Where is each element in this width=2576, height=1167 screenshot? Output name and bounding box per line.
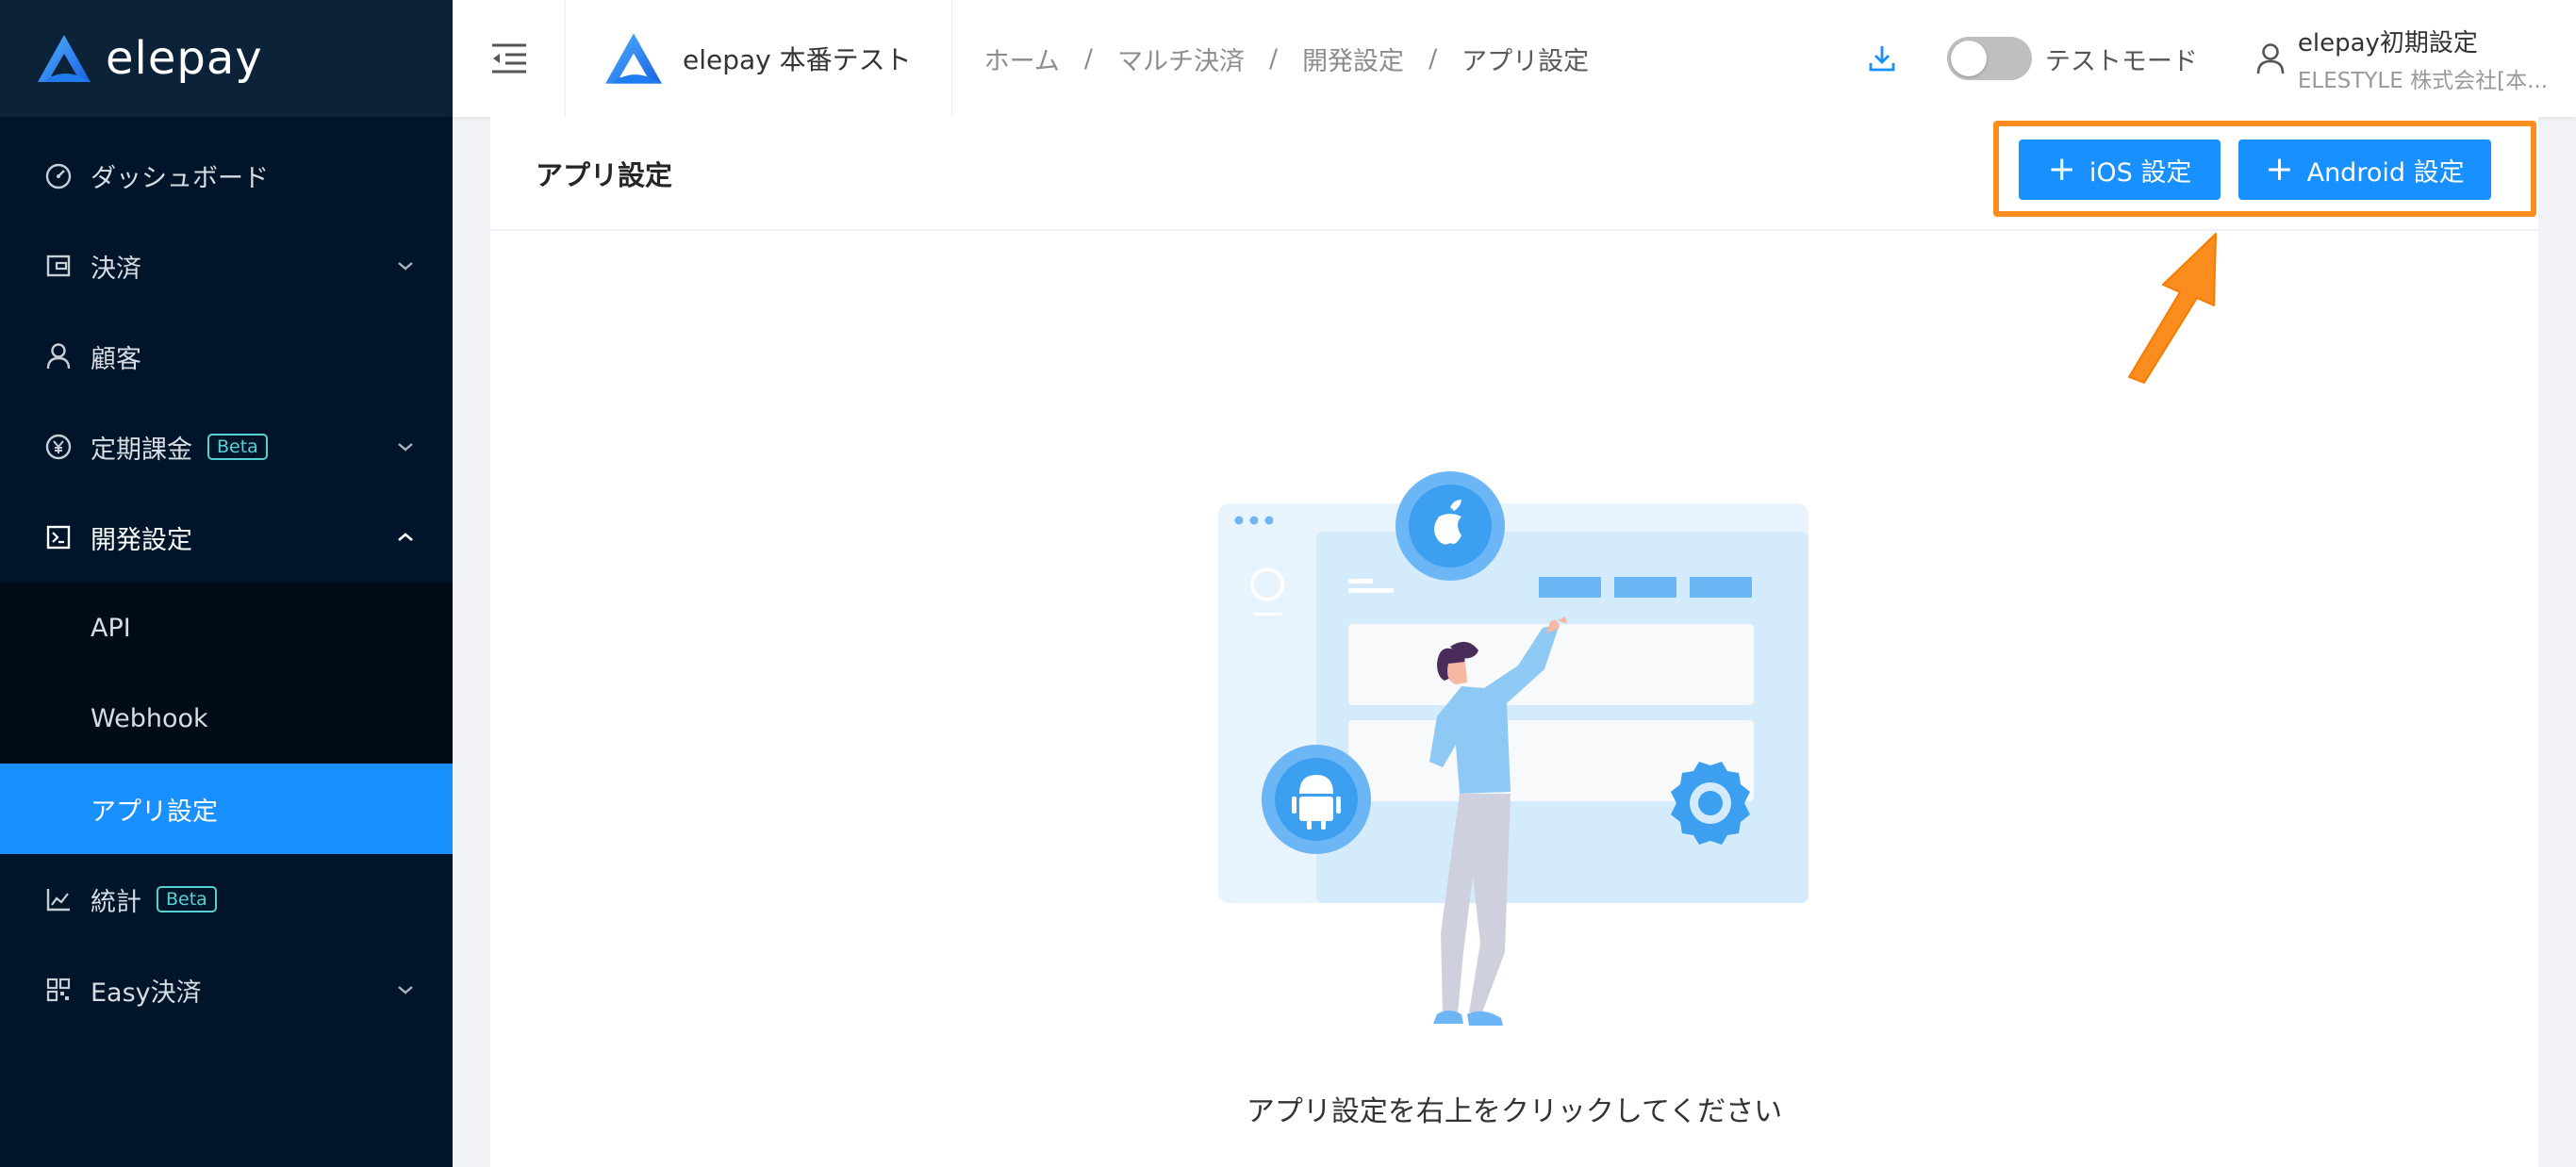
orange-arrow-annotation: [2128, 233, 2217, 384]
chevron-down-icon: [398, 986, 413, 994]
sidebar-item-customers[interactable]: 顧客: [0, 311, 453, 402]
breadcrumb: ホーム / マルチ決済 / 開発設定 / アプリ設定: [952, 41, 1590, 77]
download-icon[interactable]: [1866, 42, 1898, 74]
yen-cycle-icon: [43, 432, 74, 462]
sidebar-subitem-webhook[interactable]: Webhook: [0, 673, 453, 764]
beta-badge: Beta: [207, 434, 268, 460]
chevron-up-icon: [398, 533, 413, 541]
sidebar-item-label: 決済: [91, 254, 141, 284]
sidebar-item-label: 開発設定: [91, 525, 192, 555]
breadcrumb-separator: /: [1428, 43, 1438, 74]
sidebar-item-statistics[interactable]: 統計 Beta: [0, 854, 453, 945]
empty-state-illustration: [1218, 471, 1808, 1026]
sidebar-item-label: 定期課金: [91, 435, 192, 465]
sidebar-item-label: 統計: [91, 887, 141, 917]
sidebar-menu: ダッシュボード 決済 顧客 定期課金 Beta 開発設定 API Webhook…: [0, 117, 453, 1035]
empty-state-message: アプリ設定を右上をクリックしてください: [1246, 1095, 1783, 1128]
dashboard-icon: [43, 160, 74, 190]
project-name: elepay 本番テスト: [683, 44, 912, 75]
line-chart-icon: [43, 884, 74, 914]
sidebar-item-label: Webhook: [91, 703, 208, 733]
project-selector[interactable]: elepay 本番テスト: [566, 0, 952, 117]
sidebar-item-easy-payment[interactable]: Easy決済: [0, 945, 453, 1035]
sidebar-item-developer-settings[interactable]: 開発設定: [0, 492, 453, 583]
elepay-logo-icon: [38, 35, 91, 82]
breadcrumb-separator: /: [1083, 43, 1093, 74]
breadcrumb-separator: /: [1268, 43, 1279, 74]
breadcrumb-item-multi-payment[interactable]: マルチ決済: [1117, 41, 1245, 77]
user-name: elepay初期設定: [2297, 28, 2478, 58]
sidebar-item-label: API: [91, 613, 131, 643]
page-title: アプリ設定: [536, 158, 673, 191]
breadcrumb-item-developer-settings[interactable]: 開発設定: [1302, 41, 1404, 77]
sidebar-item-label: Easy決済: [91, 978, 202, 1008]
sidebar-subitem-app-settings[interactable]: アプリ設定: [0, 764, 453, 854]
sidebar-item-label: アプリ設定: [91, 797, 218, 827]
terminal-icon: [43, 522, 74, 552]
menu-fold-icon: [491, 43, 526, 74]
user-icon: [43, 341, 74, 371]
plus-icon: +: [2265, 150, 2294, 189]
user-company: ELESTYLE 株式会社[本...: [2297, 68, 2548, 93]
qrcode-icon: [43, 975, 74, 1005]
sidebar-item-payments[interactable]: 決済: [0, 221, 453, 311]
test-mode-switch[interactable]: [1946, 37, 2032, 80]
sidebar-toggle-button[interactable]: [453, 0, 566, 117]
elepay-logo-icon: [605, 33, 662, 84]
sidebar-item-label: 顧客: [91, 344, 141, 374]
header-actions: テストモード elepay初期設定 ELESTYLE 株式会社[本...: [1866, 0, 2576, 117]
user-icon[interactable]: [2254, 41, 2287, 75]
breadcrumb-item-current: アプリ設定: [1461, 46, 1590, 76]
sidebar-item-label: ダッシュボード: [91, 163, 269, 193]
user-menu[interactable]: elepay初期設定 ELESTYLE 株式会社[本...: [2298, 24, 2548, 94]
switch-knob: [1950, 41, 1987, 76]
plus-icon: +: [2047, 150, 2076, 189]
developer-settings-submenu: API Webhook アプリ設定: [0, 583, 453, 854]
top-header: elepay 本番テスト ホーム / マルチ決済 / 開発設定 / アプリ設定 …: [453, 0, 2576, 117]
sidebar-item-dashboard[interactable]: ダッシュボード: [0, 130, 453, 221]
chevron-down-icon: [398, 443, 413, 452]
sidebar: elepay ダッシュボード 決済 顧客 定期課金 Beta 開発設定 API …: [0, 0, 453, 1167]
wallet-icon: [43, 251, 74, 281]
button-label: iOS 設定: [2089, 157, 2192, 188]
brand[interactable]: elepay: [0, 0, 453, 117]
button-label: Android 設定: [2306, 157, 2465, 188]
add-android-settings-button[interactable]: + Android 設定: [2238, 140, 2491, 200]
beta-badge: Beta: [157, 886, 217, 912]
brand-name: elepay: [106, 32, 263, 85]
sidebar-subitem-api[interactable]: API: [0, 583, 453, 673]
add-ios-settings-button[interactable]: + iOS 設定: [2019, 140, 2221, 200]
chevron-down-icon: [398, 262, 413, 271]
breadcrumb-item-home[interactable]: ホーム: [984, 41, 1060, 77]
test-mode-label: テストモード: [2044, 46, 2198, 76]
sidebar-item-subscriptions[interactable]: 定期課金 Beta: [0, 402, 453, 492]
